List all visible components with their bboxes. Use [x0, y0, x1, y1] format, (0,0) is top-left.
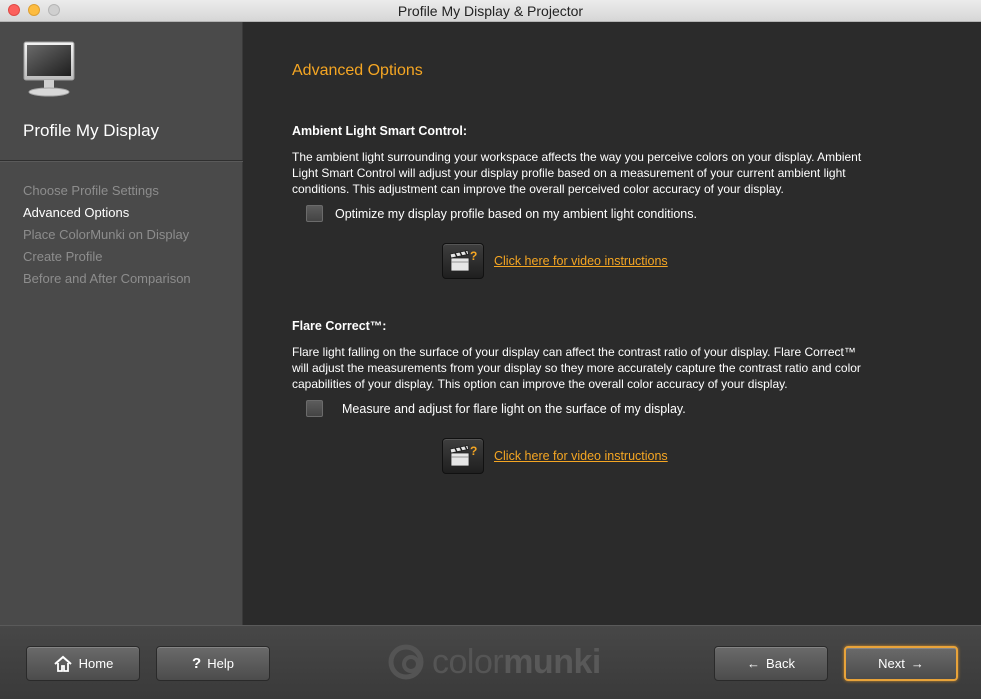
ambient-light-checkbox-label[interactable]: Optimize my display profile based on my …: [335, 207, 697, 221]
flare-video-button[interactable]: ?: [442, 438, 484, 474]
footer-bar: Home ? Help colormunki ← Back Next →: [0, 625, 981, 699]
step-list: Choose Profile Settings Advanced Options…: [23, 180, 191, 290]
next-button-label: Next: [878, 656, 905, 671]
ambient-light-title: Ambient Light Smart Control:: [292, 124, 467, 138]
ambient-light-checkbox[interactable]: [306, 205, 323, 222]
sidebar: Profile My Display Choose Profile Settin…: [0, 22, 243, 625]
flare-correct-checkbox[interactable]: [306, 400, 323, 417]
home-icon: [53, 655, 72, 672]
sidebar-title: Profile My Display: [23, 121, 160, 140]
ambient-video-button[interactable]: ?: [442, 243, 484, 279]
maximize-window-button[interactable]: [48, 4, 60, 16]
step-advanced-options: Advanced Options: [23, 205, 130, 220]
flare-correct-title: Flare Correct™:: [292, 319, 387, 333]
ambient-video-row: ? Click here for video instructions: [442, 243, 668, 279]
step-create-profile: Create Profile: [23, 249, 103, 264]
close-window-button[interactable]: [8, 4, 20, 16]
home-button-label: Home: [78, 656, 114, 671]
flare-correct-checkbox-label[interactable]: Measure and adjust for flare light on th…: [342, 402, 686, 416]
arrow-right-icon: →: [910, 656, 924, 671]
window-controls: [8, 4, 60, 16]
home-button[interactable]: Home: [26, 646, 140, 681]
window-title: Profile My Display & Projector: [397, 2, 584, 19]
colormunki-logo-icon: [388, 644, 424, 680]
colormunki-logo: colormunki: [386, 642, 601, 682]
flare-video-link[interactable]: Click here for video instructions: [494, 449, 668, 463]
back-button-label: Back: [766, 656, 795, 671]
clapperboard-help-icon: ?: [449, 249, 477, 272]
svg-text:?: ?: [470, 444, 477, 458]
step-before-after-comparison: Before and After Comparison: [23, 271, 191, 286]
minimize-window-button[interactable]: [28, 4, 40, 16]
step-place-colormunki: Place ColorMunki on Display: [23, 227, 190, 242]
main-panel: Advanced Options Ambient Light Smart Con…: [244, 22, 981, 625]
svg-text:?: ?: [470, 249, 477, 263]
flare-video-row: ? Click here for video instructions: [442, 438, 668, 474]
help-button[interactable]: ? Help: [156, 646, 270, 681]
monitor-icon: [23, 41, 75, 97]
next-button[interactable]: Next →: [844, 646, 958, 681]
title-bar: Profile My Display & Projector: [0, 0, 981, 22]
help-button-label: Help: [207, 656, 234, 671]
sidebar-divider: [0, 160, 243, 161]
back-button[interactable]: ← Back: [714, 646, 828, 681]
clapperboard-help-icon: ?: [449, 444, 477, 467]
ambient-light-description: The ambient light surrounding your works…: [292, 150, 862, 196]
step-choose-profile-settings: Choose Profile Settings: [23, 183, 159, 198]
help-icon: ?: [192, 655, 202, 672]
ambient-video-link[interactable]: Click here for video instructions: [494, 254, 668, 268]
page-title: Advanced Options: [292, 62, 423, 79]
flare-correct-description: Flare light falling on the surface of yo…: [292, 345, 861, 391]
flare-correct-option[interactable]: Measure and adjust for flare light on th…: [306, 400, 686, 417]
ambient-light-option[interactable]: Optimize my display profile based on my …: [306, 205, 697, 222]
brand-text: colormunki: [432, 642, 601, 681]
arrow-left-icon: ←: [747, 656, 761, 671]
